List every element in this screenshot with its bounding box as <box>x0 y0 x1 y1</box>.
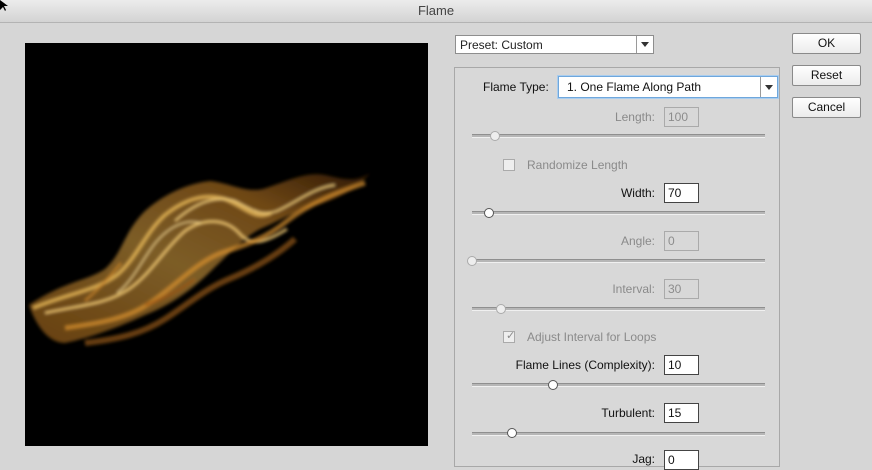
preset-dropdown[interactable]: Preset: Custom <box>455 35 654 54</box>
angle-field[interactable]: 0 <box>664 231 699 251</box>
width-field[interactable]: 70 <box>664 183 699 203</box>
width-label: Width: <box>620 186 655 200</box>
flame-type-label: Flame Type: <box>483 80 549 94</box>
preset-label: Preset: Custom <box>460 38 543 52</box>
interval-slider-thumb[interactable] <box>495 304 506 314</box>
window-title: Flame <box>417 3 455 18</box>
randomize-length-label: Randomize Length <box>527 158 628 172</box>
turbulent-label: Turbulent: <box>601 406 655 420</box>
jag-label: Jag: <box>632 452 655 466</box>
flame-lines-slider-thumb[interactable] <box>547 380 558 390</box>
cancel-button[interactable]: Cancel <box>792 97 861 118</box>
turbulent-field[interactable]: 15 <box>664 403 699 423</box>
reset-button[interactable]: Reset <box>792 65 861 86</box>
interval-label: Interval: <box>612 282 655 296</box>
flame-lines-label: Flame Lines (Complexity): <box>515 358 655 372</box>
length-slider-thumb[interactable] <box>490 131 501 141</box>
jag-field[interactable]: 0 <box>664 450 699 470</box>
angle-slider-track[interactable] <box>472 259 765 263</box>
ok-button[interactable]: OK <box>792 33 861 54</box>
flame-preview-image <box>29 173 370 346</box>
flame-type-dropdown[interactable]: 1. One Flame Along Path <box>558 76 778 98</box>
angle-slider-thumb[interactable] <box>467 256 477 266</box>
flame-lines-field[interactable]: 10 <box>664 355 699 375</box>
window-title-bar: Flame <box>0 0 872 23</box>
flame-type-value: 1. One Flame Along Path <box>567 80 702 94</box>
flame-preview <box>25 43 428 446</box>
chevron-down-icon[interactable] <box>760 77 777 97</box>
length-label: Length: <box>614 110 655 124</box>
flame-lines-slider-track[interactable] <box>472 383 765 387</box>
length-field[interactable]: 100 <box>664 107 699 127</box>
interval-field[interactable]: 30 <box>664 279 699 299</box>
length-slider-track[interactable] <box>472 134 765 138</box>
randomize-length-checkbox[interactable] <box>503 159 515 171</box>
angle-label: Angle: <box>620 234 655 248</box>
interval-slider-track[interactable] <box>472 307 765 311</box>
mouse-cursor-icon <box>0 0 8 11</box>
adjust-interval-label: Adjust Interval for Loops <box>527 330 657 344</box>
width-slider-track[interactable] <box>472 211 765 215</box>
chevron-down-icon[interactable] <box>636 36 653 53</box>
adjust-interval-checkbox[interactable]: ✓ <box>503 330 516 343</box>
checkmark-icon: ✓ <box>506 330 516 342</box>
